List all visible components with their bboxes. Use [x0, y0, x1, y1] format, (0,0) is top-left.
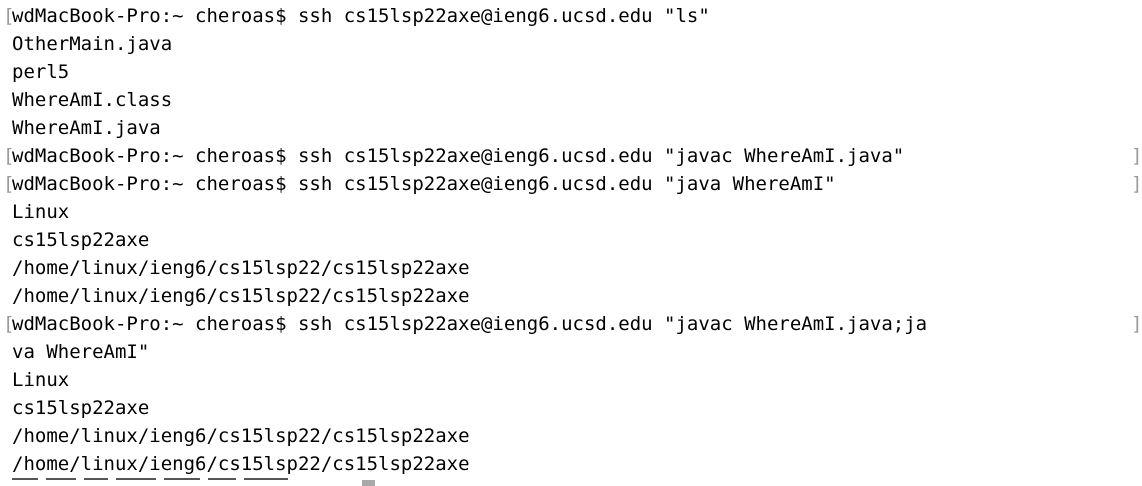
output-line: /home/linux/ieng6/cs15lsp22/cs15lsp22axe [12, 453, 470, 475]
output-line: perl5 [12, 61, 70, 83]
output-line: WhereAmI.class [12, 89, 173, 111]
command-line: wdMacBook-Pro:~ cheroas$ ssh cs15lsp22ax… [12, 173, 836, 195]
output-line: cs15lsp22axe [12, 229, 150, 251]
output-line: /home/linux/ieng6/cs15lsp22/cs15lsp22axe [12, 285, 470, 307]
terminal-window[interactable]: [ wdMacBook-Pro:~ cheroas$ ssh cs15lsp22… [0, 0, 1142, 486]
output-line: WhereAmI.java [12, 117, 161, 139]
command-line-continuation: va WhereAmI" [12, 341, 150, 363]
output-line: cs15lsp22axe [12, 397, 150, 419]
text-cursor [362, 480, 375, 486]
output-line: /home/linux/ieng6/cs15lsp22/cs15lsp22axe [12, 257, 470, 279]
command-line: wdMacBook-Pro:~ cheroas$ ssh cs15lsp22ax… [12, 5, 710, 27]
command-line: wdMacBook-Pro:~ cheroas$ ssh cs15lsp22ax… [12, 313, 928, 335]
output-line: Linux [12, 201, 70, 223]
clipped-prompt-line [12, 478, 296, 486]
selection-bracket-right: ] [1131, 145, 1142, 167]
selection-bracket-right: ] [1131, 313, 1142, 335]
output-line: OtherMain.java [12, 33, 173, 55]
selection-bracket-right: ] [1131, 173, 1142, 195]
command-line: wdMacBook-Pro:~ cheroas$ ssh cs15lsp22ax… [12, 145, 905, 167]
output-line: /home/linux/ieng6/cs15lsp22/cs15lsp22axe [12, 425, 470, 447]
output-line: Linux [12, 369, 70, 391]
